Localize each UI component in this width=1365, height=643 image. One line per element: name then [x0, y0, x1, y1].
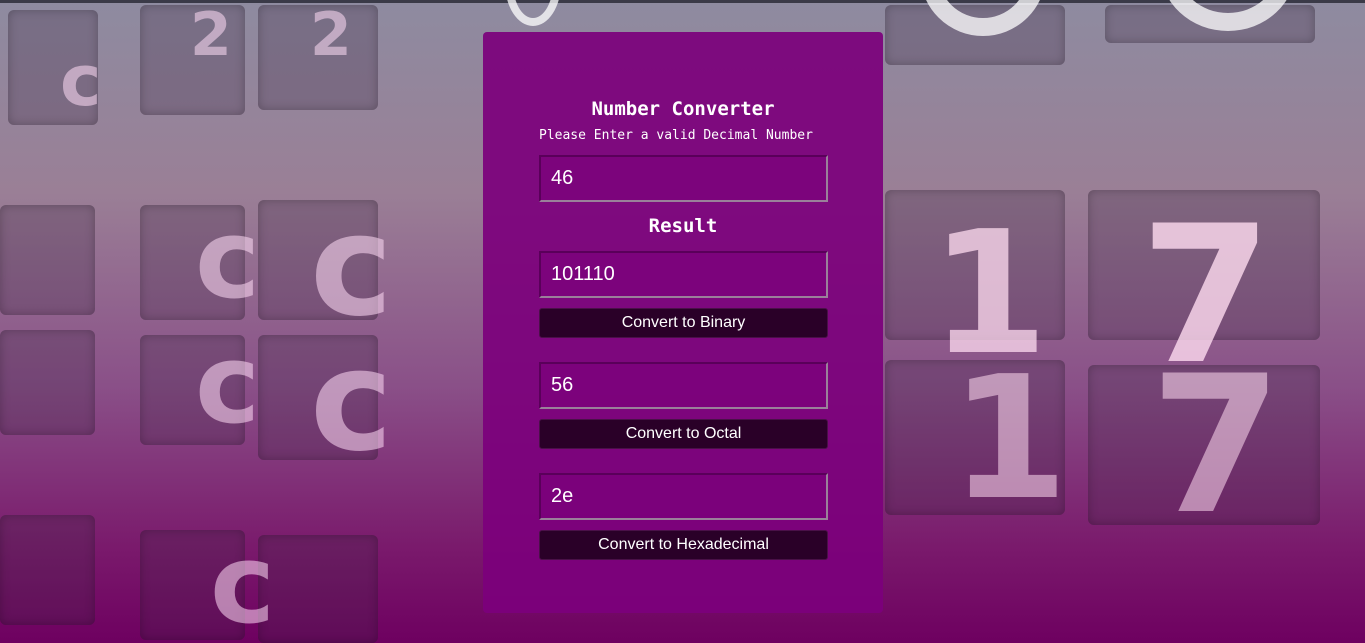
- page-title: Number Converter: [591, 98, 775, 120]
- bg-digit: 7: [1150, 335, 1283, 556]
- bg-cell: [0, 515, 95, 625]
- converter-panel: Number Converter Please Enter a valid De…: [483, 32, 883, 613]
- hex-result-field[interactable]: [539, 473, 828, 520]
- bg-digit: 2: [310, 0, 352, 70]
- bg-digit: c: [60, 40, 102, 122]
- convert-to-binary-button[interactable]: Convert to Binary: [539, 308, 828, 338]
- bg-digit: c: [195, 195, 261, 323]
- convert-to-hexadecimal-button[interactable]: Convert to Hexadecimal: [539, 530, 828, 560]
- bg-digit: 1: [950, 340, 1069, 538]
- result-heading: Result: [648, 215, 718, 237]
- decimal-input[interactable]: [539, 155, 828, 202]
- octal-result-field[interactable]: [539, 362, 828, 409]
- bg-digit: c: [310, 320, 393, 483]
- bg-cell: [0, 330, 95, 435]
- bg-digit: c: [210, 520, 276, 643]
- decimal-prompt-label: Please Enter a valid Decimal Number: [539, 128, 813, 143]
- bg-cell: [258, 535, 378, 643]
- convert-to-octal-button[interactable]: Convert to Octal: [539, 419, 828, 449]
- bg-digit: c: [195, 320, 261, 448]
- bg-ring: [505, 0, 561, 26]
- bg-cell: [0, 205, 95, 315]
- bg-digit: 2: [190, 0, 232, 70]
- binary-result-field[interactable]: [539, 251, 828, 298]
